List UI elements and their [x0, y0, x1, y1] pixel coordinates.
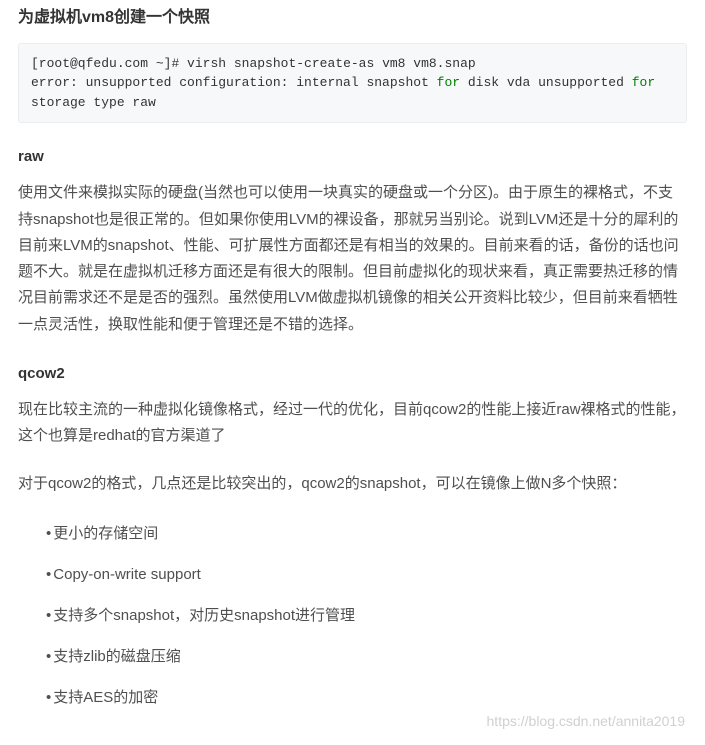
list-item: 支持多个snapshot，对历史snapshot进行管理	[18, 602, 687, 629]
keyword-for: for	[437, 75, 460, 90]
shell-prompt: [root@qfedu.com ~]	[31, 56, 171, 71]
qcow2-heading: qcow2	[18, 360, 687, 387]
qcow2-paragraph-1: 现在比较主流的一种虚拟化镜像格式，经过一代的优化，目前qcow2的性能上接近ra…	[18, 397, 687, 450]
raw-paragraph: 使用文件来模拟实际的硬盘(当然也可以使用一块真实的硬盘或一个分区)。由于原生的裸…	[18, 180, 687, 338]
watermark: https://blog.csdn.net/annita2019	[487, 709, 685, 734]
keyword-for: for	[632, 75, 655, 90]
page-title: 为虚拟机vm8创建一个快照	[18, 4, 687, 33]
shell-error-pre: error: unsupported configuration: intern…	[31, 75, 437, 90]
list-item: 支持AES的加密	[18, 684, 687, 711]
raw-heading: raw	[18, 143, 687, 170]
qcow2-paragraph-2: 对于qcow2的格式，几点还是比较突出的，qcow2的snapshot，可以在镜…	[18, 471, 687, 497]
list-item: 支持zlib的磁盘压缩	[18, 643, 687, 670]
list-item: Copy-on-write support	[18, 561, 687, 588]
shell-error-mid: disk vda unsupported	[460, 75, 632, 90]
code-block: [root@qfedu.com ~]# virsh snapshot-creat…	[18, 43, 687, 124]
shell-command: # virsh snapshot-create-as vm8 vm8.snap	[171, 56, 475, 71]
list-item: 更小的存储空间	[18, 520, 687, 547]
